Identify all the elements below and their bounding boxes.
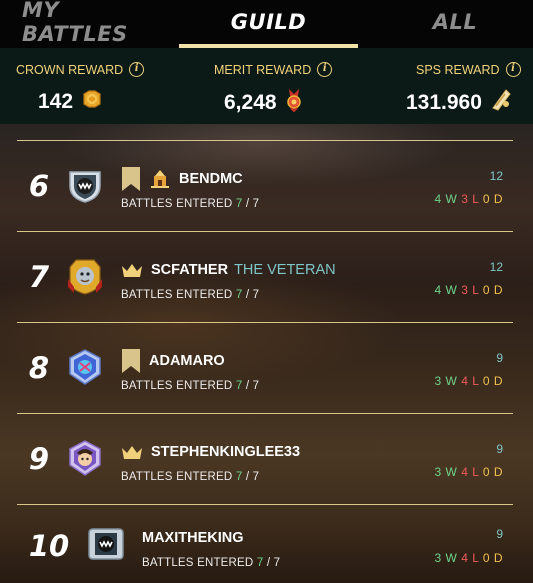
guild-leaderboard: 6 BENDMC BATTLES ENTERED 7 / 7 12 4 W 3 … [17,140,513,583]
sps-token-icon [490,88,512,118]
player-rank: 8 [28,351,50,385]
battles-entered: BATTLES ENTERED 7 / 7 [121,471,260,483]
avatar[interactable] [66,166,104,204]
win-loss-draw: 3 W 4 L 0 D [434,374,503,388]
info-icon[interactable]: i [505,62,521,77]
tab-guild[interactable]: GUILD [179,0,358,44]
rewards-bar: CROWN REWARD i 142 MERIT REWARD i 6,248 [0,48,533,124]
player-rank: 7 [28,260,50,294]
avatar[interactable] [66,257,104,295]
merit-reward: MERIT REWARD i 6,248 [214,48,344,124]
battle-tabs: MY BATTLES GUILD ALL [0,0,533,48]
table-row[interactable]: 7 SCFATHER THE VETERAN BATTLES ENTERED 7… [17,232,513,322]
crown-token-icon [81,88,103,116]
crown-reward: CROWN REWARD i 142 [16,48,166,124]
battles-entered: BATTLES ENTERED 7 / 7 [121,198,260,210]
win-loss-draw: 4 W 3 L 0 D [434,192,503,206]
crown-reward-label: CROWN REWARD [16,62,124,77]
crown-reward-value: 142 [38,90,74,113]
merit-reward-label: MERIT REWARD [214,62,312,77]
player-title: THE VETERAN [234,262,336,278]
merit-reward-value: 6,248 [224,91,277,114]
win-loss-draw: 3 W 4 L 0 D [434,465,503,479]
tab-all[interactable]: ALL [430,0,480,44]
sps-reward-label: SPS REWARD [416,62,500,77]
player-name[interactable]: STEPHENKINGLEE33 [151,444,300,460]
table-row[interactable]: 10 MAXITHEKING BATTLES ENTERED 7 / 7 9 3… [17,505,513,583]
avatar[interactable] [87,525,125,563]
player-rank: 9 [28,442,50,476]
player-name[interactable]: ADAMARO [149,353,225,369]
player-rank: 10 [28,529,70,563]
info-icon[interactable]: i [129,62,145,77]
player-rating: 12 [489,169,503,183]
win-loss-draw: 3 W 4 L 0 D [434,551,503,565]
player-rating: 9 [496,351,503,365]
bookmark-icon [121,167,141,191]
player-name[interactable]: BENDMC [179,171,243,187]
info-icon[interactable]: i [317,62,333,77]
bookmark-icon [121,349,141,373]
crown-icon [121,262,143,278]
player-rating: 9 [496,527,503,541]
battles-entered: BATTLES ENTERED 7 / 7 [121,289,260,301]
player-rating: 12 [489,260,503,274]
table-row[interactable]: 8 ADAMARO BATTLES ENTERED 7 / 7 9 3 W 4 … [17,323,513,413]
avatar[interactable] [66,348,104,386]
player-rank: 6 [28,169,50,203]
battles-entered: BATTLES ENTERED 7 / 7 [121,380,260,392]
table-row[interactable]: 6 BENDMC BATTLES ENTERED 7 / 7 12 4 W 3 … [17,141,513,231]
win-loss-draw: 4 W 3 L 0 D [434,283,503,297]
player-name[interactable]: MAXITHEKING [142,530,244,546]
player-name[interactable]: SCFATHER [151,262,228,278]
player-rating: 9 [496,442,503,456]
sps-reward-value: 131.960 [406,91,482,114]
merit-medal-icon [285,88,303,118]
table-row[interactable]: 9 STEPHENKINGLEE33 BATTLES ENTERED 7 / 7… [17,414,513,504]
guild-hall-icon [149,168,171,190]
battles-entered: BATTLES ENTERED 7 / 7 [142,557,281,569]
avatar[interactable] [66,439,104,477]
crown-icon [121,444,143,460]
sps-reward: SPS REWARD i 131.960 [406,48,526,124]
tab-my-battles[interactable]: MY BATTLES [22,0,152,46]
